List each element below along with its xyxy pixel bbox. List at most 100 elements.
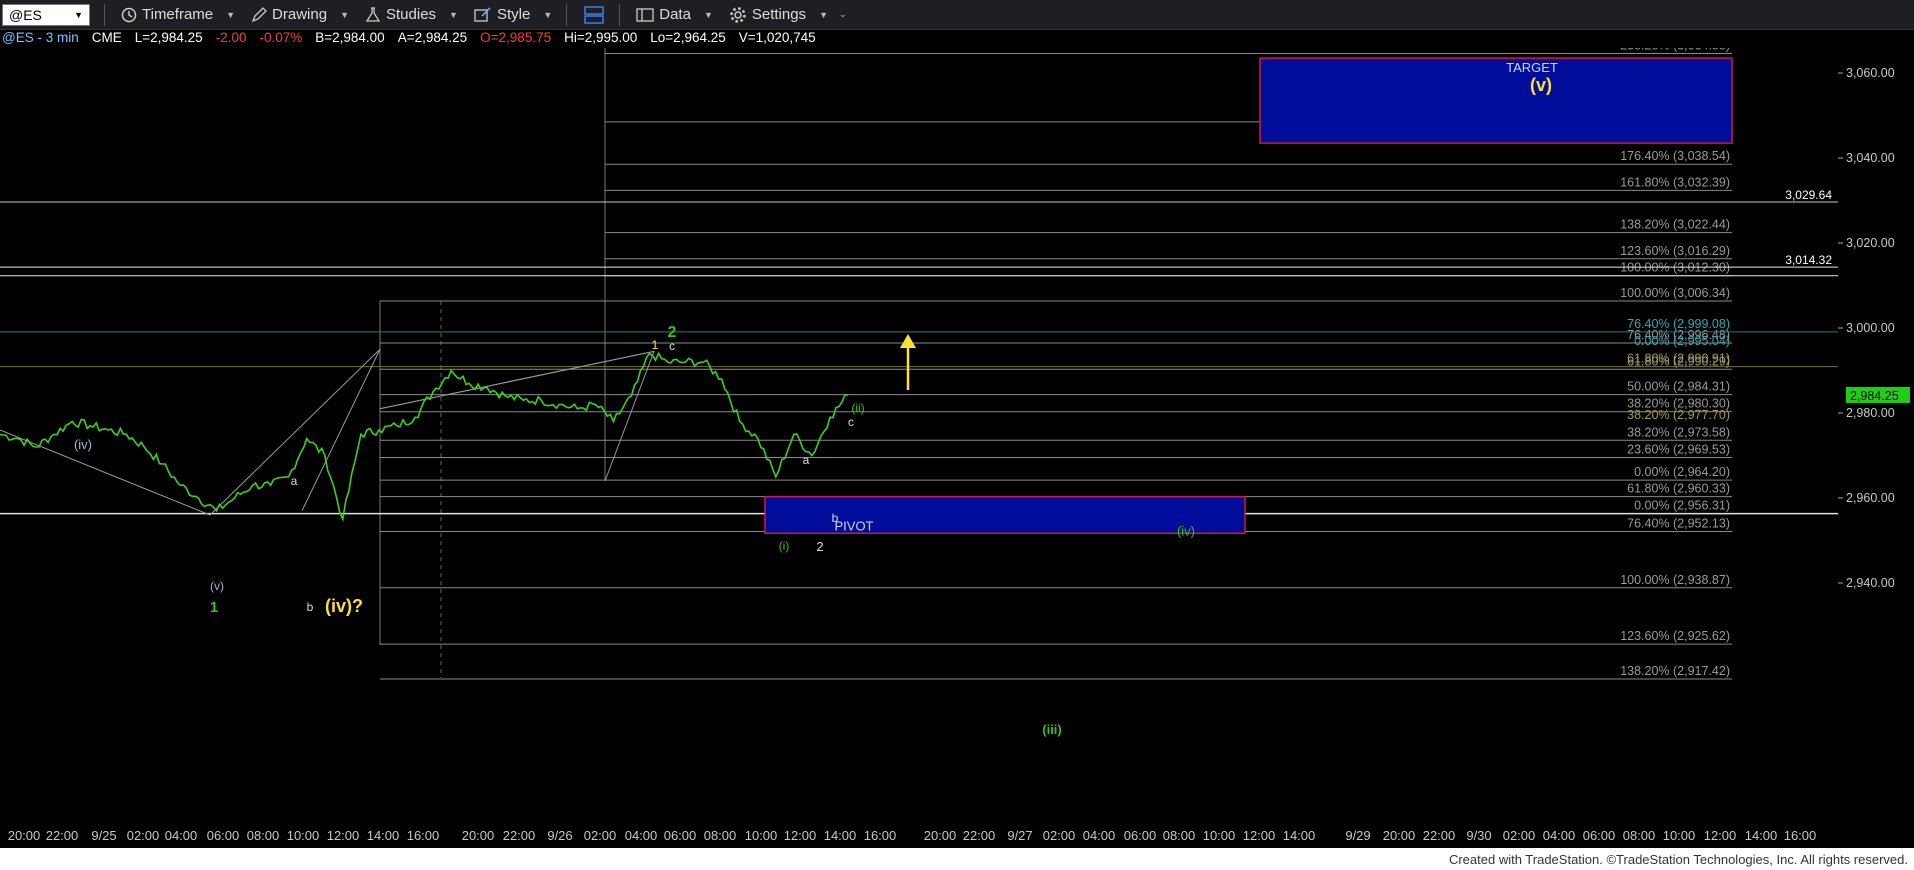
studies-label: Studies	[386, 6, 437, 23]
y-tick-label: 3,020.00	[1846, 236, 1895, 250]
toolbar-divider	[619, 3, 621, 26]
x-tick-label: 9/27	[1007, 828, 1032, 843]
wave-label: 2	[816, 539, 823, 554]
settings-label: Settings	[751, 6, 807, 23]
quote-last: L=2,984.25	[134, 30, 203, 45]
y-tick-label: 2,960.00	[1846, 491, 1895, 505]
wave-label: a	[803, 453, 810, 467]
pivot-zone-label: PIVOT	[834, 519, 873, 534]
wave-label: 2	[668, 324, 677, 341]
fib-label: 38.20% (2,973.58)	[1627, 425, 1730, 439]
data-icon	[636, 7, 654, 23]
layout-button[interactable]	[583, 5, 605, 25]
drawing-button[interactable]: Drawing ▼	[251, 6, 349, 23]
style-button[interactable]: Style ▼	[474, 6, 552, 23]
chevron-down-icon: ▼	[226, 9, 236, 20]
price-line-label: 3,014.32	[1785, 253, 1832, 267]
quote-change: -2.00	[215, 30, 247, 45]
target-zone	[1259, 57, 1733, 144]
gear-icon	[729, 6, 747, 24]
studies-button[interactable]: Studies ▼	[365, 6, 458, 23]
quote-symbol: @ES - 3 min	[2, 30, 79, 45]
timeframe-button[interactable]: Timeframe ▼	[121, 6, 235, 23]
settings-button[interactable]: Settings ▼ ⌄	[729, 6, 847, 24]
y-tick-label: 3,000.00	[1846, 321, 1895, 335]
symbol-value: @ES	[9, 6, 42, 23]
x-tick-label: 16:00	[407, 828, 440, 843]
wave-label: a	[291, 474, 298, 488]
quote-ask: A=2,984.25	[397, 30, 468, 45]
wave-label: b	[307, 600, 314, 614]
data-button[interactable]: Data ▼	[636, 6, 713, 23]
fib-label: 61.80% (2,960.33)	[1627, 482, 1730, 496]
x-tick-label: 06:00	[207, 828, 240, 843]
x-tick-label: 04:00	[1083, 828, 1116, 843]
fib-label: 100.00% (3,012.30)	[1620, 261, 1730, 275]
x-tick-label: 9/29	[1345, 828, 1370, 843]
wave-label: c	[669, 339, 675, 353]
x-tick-label: 14:00	[367, 828, 400, 843]
fib-label: 161.80% (3,032.39)	[1620, 175, 1730, 189]
last-price-label: 2,984.25	[1850, 389, 1899, 403]
x-tick-label: 04:00	[165, 828, 198, 843]
x-tick-label: 20:00	[8, 828, 41, 843]
x-tick-label: 04:00	[625, 828, 658, 843]
x-tick-label: 02:00	[584, 828, 617, 843]
wave-label: (iv)	[74, 437, 92, 452]
x-tick-label: 02:00	[127, 828, 160, 843]
symbol-selector[interactable]: @ES ▼	[2, 3, 90, 26]
price-line-label: 3,029.64	[1785, 188, 1832, 202]
style-icon	[474, 6, 492, 23]
fib-label: 38.20% (2,977.70)	[1627, 408, 1730, 422]
wave-label: (v)	[210, 579, 224, 593]
quote-low: Lo=2,964.25	[650, 30, 726, 45]
fib-label: 138.20% (2,917.42)	[1620, 664, 1730, 678]
timeframe-label: Timeframe	[142, 6, 214, 23]
wave-label: c	[848, 415, 854, 429]
wave-label: (i)	[779, 539, 790, 553]
chevron-down-icon: ▼	[74, 9, 83, 20]
x-tick-label: 08:00	[704, 828, 737, 843]
fib-label: 0.00% (2,964.20)	[1634, 465, 1730, 479]
wave-label: (iv)?	[325, 596, 363, 616]
x-tick-label: 10:00	[1663, 828, 1696, 843]
x-tick-label: 22:00	[963, 828, 996, 843]
x-tick-label: 14:00	[1745, 828, 1778, 843]
x-tick-label: 14:00	[824, 828, 857, 843]
x-tick-label: 08:00	[247, 828, 280, 843]
x-tick-label: 16:00	[1784, 828, 1817, 843]
quote-volume: V=1,020,745	[738, 30, 816, 45]
x-tick-label: 06:00	[1583, 828, 1616, 843]
toolbar-divider	[566, 3, 568, 26]
y-tick-label: 3,040.00	[1846, 151, 1895, 165]
x-tick-label: 22:00	[46, 828, 79, 843]
fib-label: 23.60% (2,969.53)	[1627, 442, 1730, 456]
pivot-wave-label: (iv)	[1177, 524, 1195, 539]
fib-label: 61.80% (2,990.91)	[1627, 352, 1730, 366]
wave-label: (iii)	[1042, 722, 1062, 737]
quote-bar: @ES - 3 min CME L=2,984.25 -2.00 -0.07% …	[0, 30, 816, 48]
x-tick-label: 22:00	[1423, 828, 1456, 843]
fib-label: 76.40% (2,952.13)	[1627, 516, 1730, 530]
x-tick-label: 14:00	[1283, 828, 1316, 843]
x-tick-label: 9/25	[91, 828, 116, 843]
footer: Created with TradeStation. ©TradeStation…	[0, 848, 1914, 870]
overflow-chevron-icon[interactable]: ⌄	[839, 9, 847, 20]
x-tick-label: 9/30	[1466, 828, 1491, 843]
flask-icon	[365, 6, 381, 23]
x-tick-label: 10:00	[745, 828, 778, 843]
data-label: Data	[659, 6, 691, 23]
price-chart[interactable]: 238.20% (3,064.58)200.00% (3,048.49)176.…	[0, 48, 1914, 848]
wave-label: (ii)	[851, 401, 864, 415]
x-tick-label: 20:00	[462, 828, 495, 843]
chevron-down-icon: ▼	[703, 9, 713, 20]
fib-label: 238.20% (3,064.58)	[1620, 48, 1730, 53]
quote-high: Hi=2,995.00	[564, 30, 638, 45]
x-tick-label: 10:00	[287, 828, 320, 843]
fib-label: 176.40% (3,038.54)	[1620, 149, 1730, 163]
clock-icon	[121, 7, 137, 23]
y-tick-label: 2,940.00	[1846, 576, 1895, 590]
wave-label: 1	[210, 599, 218, 616]
footer-credit: Created with TradeStation. ©TradeStation…	[1448, 852, 1908, 867]
x-tick-label: 9/26	[547, 828, 572, 843]
